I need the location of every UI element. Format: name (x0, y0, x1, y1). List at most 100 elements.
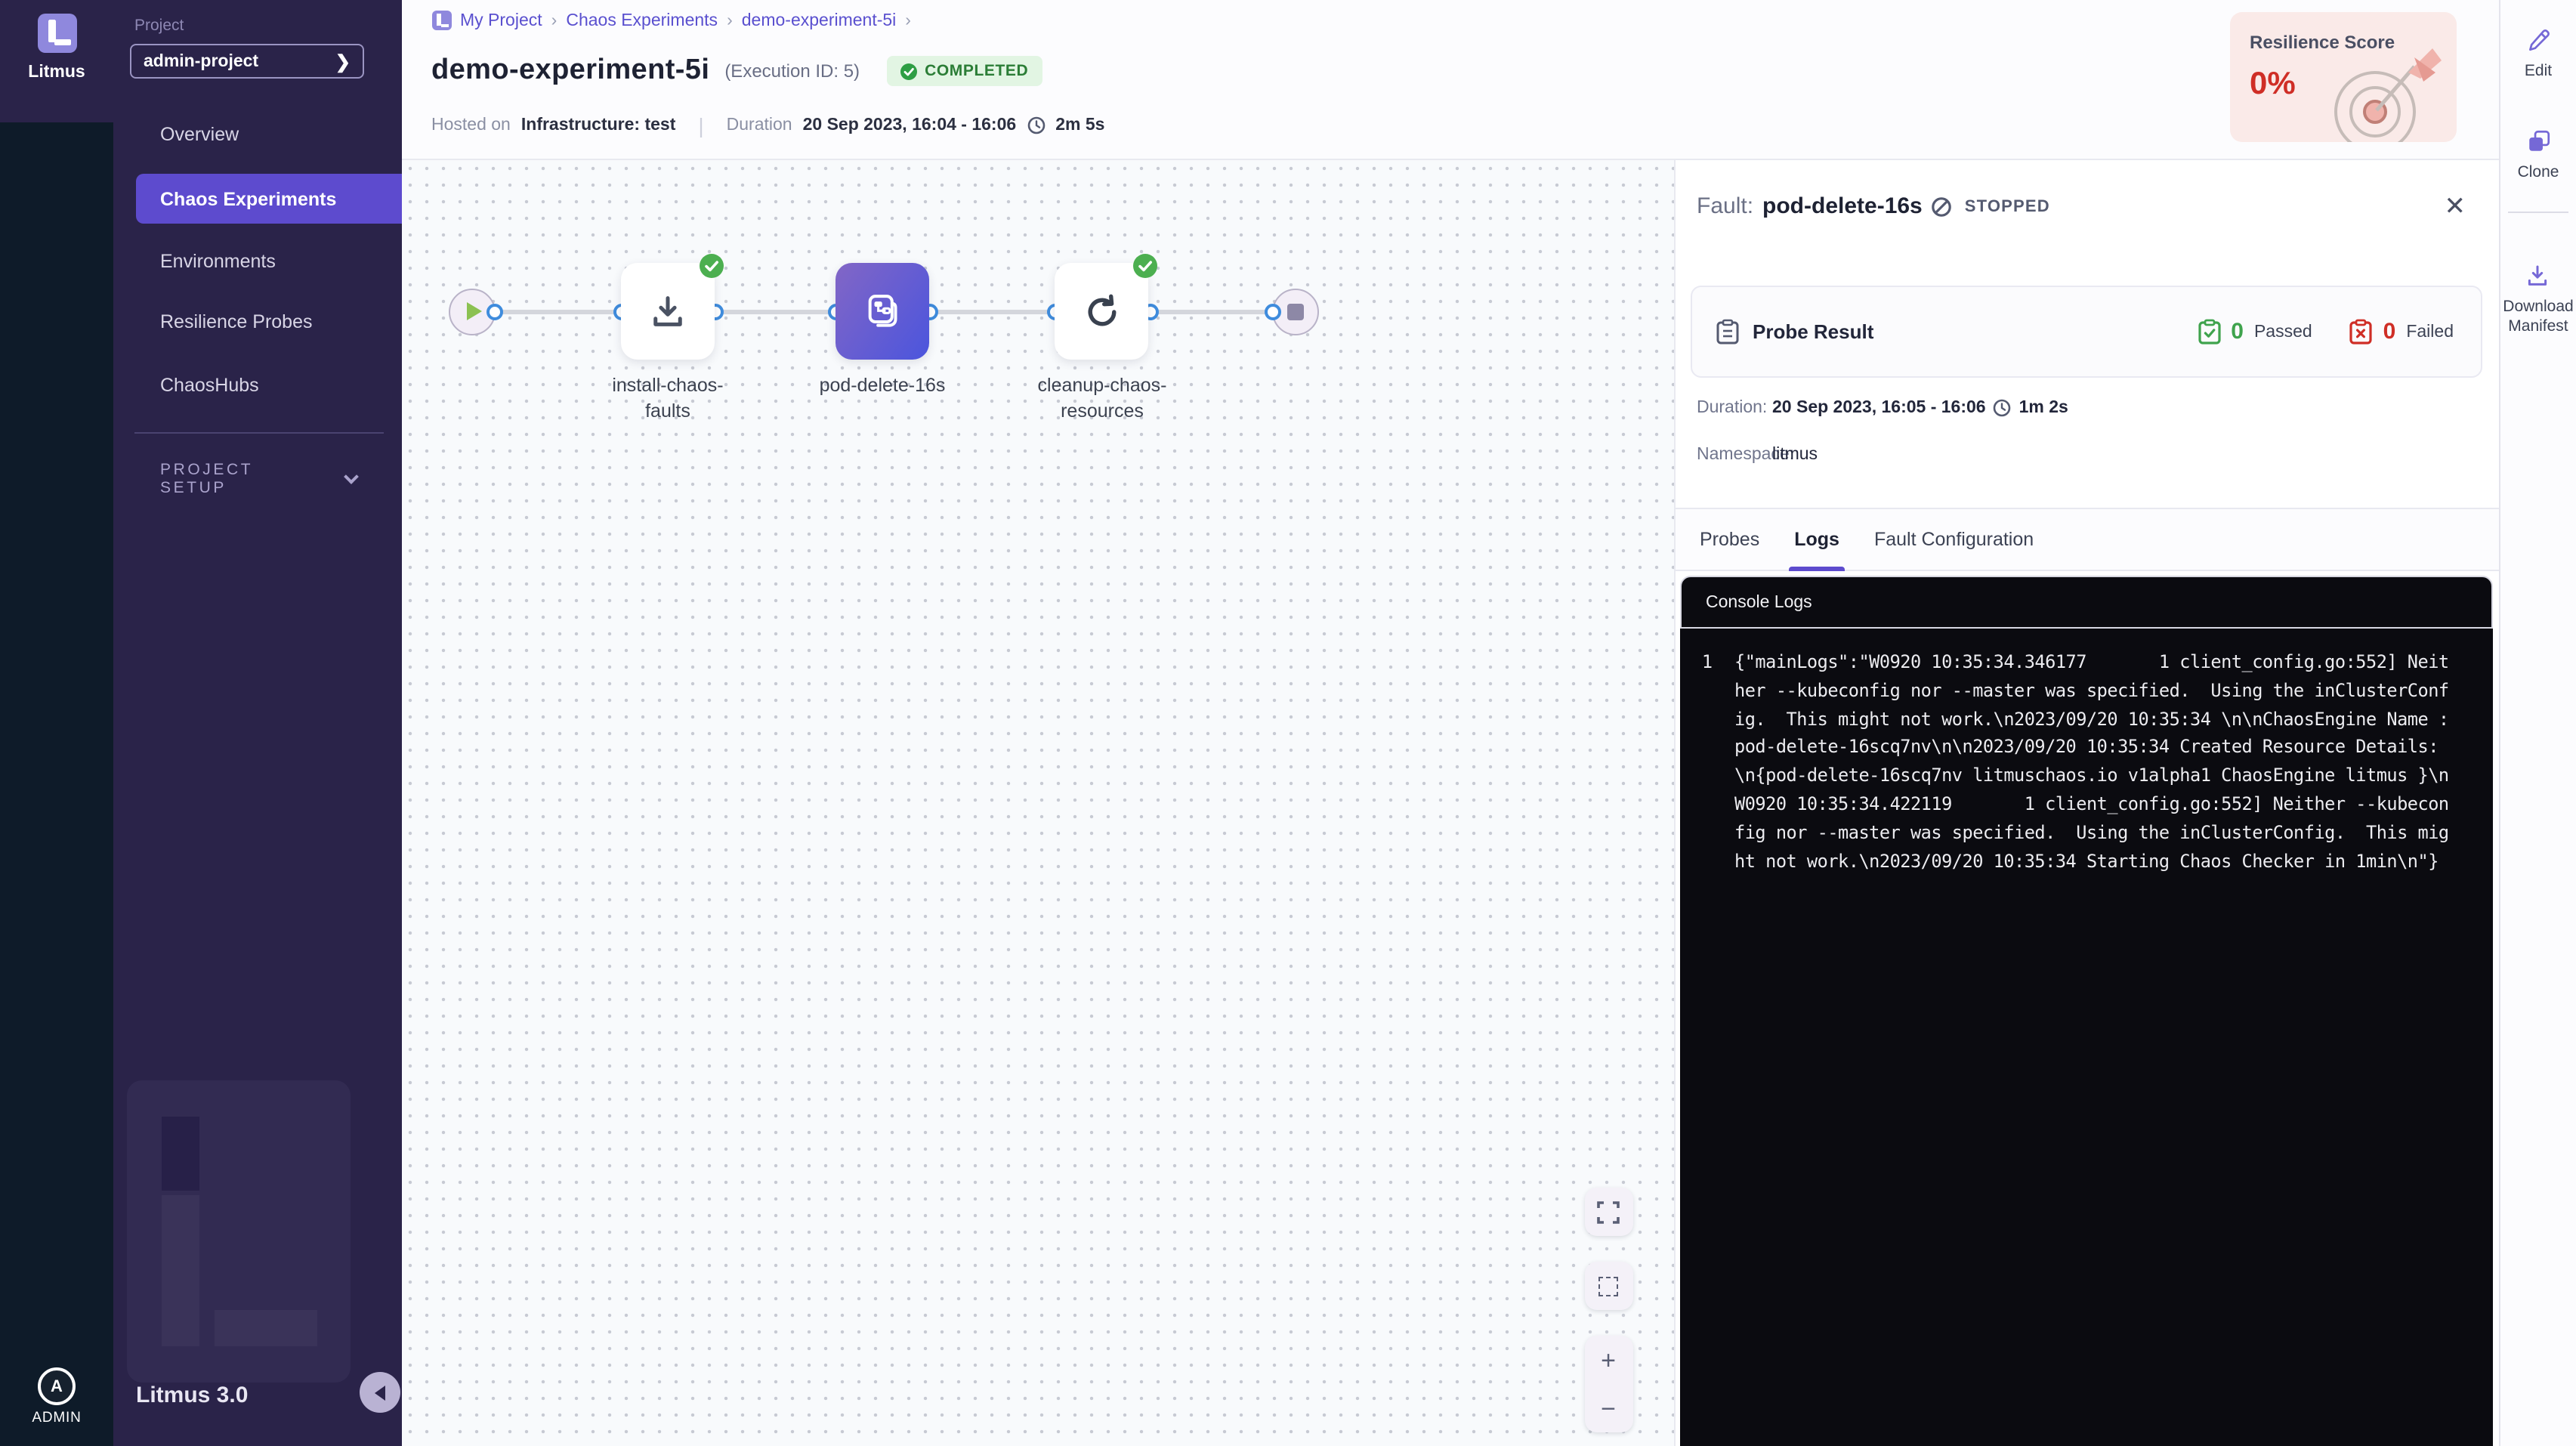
clock-icon (1027, 116, 1045, 134)
version-label: Litmus 3.0 (136, 1383, 248, 1408)
selection-mode-button[interactable] (1584, 1262, 1632, 1310)
fault-duration-value: 20 Sep 2023, 16:05 - 16:06 (1772, 399, 1986, 417)
sidebar-item-resilience-probes[interactable]: Resilience Probes (113, 304, 401, 340)
litmus-watermark (127, 1080, 351, 1383)
fault-label: Fault: (1697, 193, 1753, 219)
project-label: Project (134, 17, 184, 35)
target-illustration (2315, 39, 2454, 142)
node-label: install-chaos-faults (585, 373, 751, 425)
stopped-icon (1932, 196, 1953, 217)
meta-divider: | (698, 113, 703, 137)
download-manifest-button[interactable]: DownloadManifest (2503, 263, 2573, 337)
success-check-icon (700, 254, 724, 278)
log-text: {"mainLogs":"W0920 10:35:34.346177 1 cli… (1734, 648, 2449, 1446)
tab-logs[interactable]: Logs (1788, 509, 1846, 570)
litmus-logo-icon[interactable] (37, 14, 76, 53)
project-name: admin-project (144, 52, 258, 70)
user-block: A ADMIN (0, 1367, 113, 1446)
breadcrumb-separator: › (551, 11, 558, 29)
passed-count: 0 (2231, 319, 2244, 345)
node-cleanup-chaos-resources[interactable] (1055, 263, 1148, 360)
sidebar-item-chaoshubs[interactable]: ChaosHubs (113, 367, 401, 403)
node-label: pod-delete-16s (799, 373, 965, 399)
breadcrumb-separator: › (905, 11, 911, 29)
avatar[interactable]: A (38, 1367, 76, 1405)
resilience-score-card: Resilience Score 0% (2230, 12, 2457, 142)
status-badge: COMPLETED (887, 56, 1042, 86)
edit-pencil-icon (2525, 27, 2551, 53)
breadcrumb-chaos-experiments[interactable]: Chaos Experiments (566, 11, 718, 29)
chevron-down-icon (344, 469, 359, 484)
admin-label: ADMIN (32, 1410, 81, 1426)
brand-block: Litmus (0, 0, 113, 122)
console-logs-panel: Console Logs 1 {"mainLogs":"W0920 10:35:… (1680, 576, 2493, 1446)
download-icon (2525, 263, 2551, 289)
failed-label: Failed (2406, 323, 2454, 341)
failed-count: 0 (2383, 319, 2396, 345)
fault-tabs: Probes Logs Fault Configuration (1676, 508, 2500, 571)
tab-fault-configuration[interactable]: Fault Configuration (1868, 509, 2040, 570)
node-label: cleanup-chaos-resources (1019, 373, 1185, 425)
left-icon-rail: Litmus A ADMIN (0, 0, 113, 1446)
chaos-fault-icon (861, 290, 903, 332)
experiment-meta: Hosted on Infrastructure: test | Duratio… (431, 113, 1104, 137)
connector-dot (1264, 303, 1280, 320)
brand-name: Litmus (28, 63, 85, 82)
node-install-chaos-faults[interactable] (621, 263, 715, 360)
download-icon (648, 292, 687, 331)
success-check-icon (1133, 254, 1157, 278)
log-line-number: 1 (1680, 648, 1734, 1446)
sidebar-item-environments[interactable]: Environments (113, 243, 401, 280)
edit-button[interactable]: Edit (2525, 27, 2552, 82)
breadcrumb: My Project › Chaos Experiments › demo-ex… (431, 11, 911, 30)
chevron-right-icon: ❯ (335, 51, 351, 72)
project-setup-toggle[interactable]: PROJECT SETUP (160, 461, 357, 497)
duration-elapsed: 2m 5s (1055, 116, 1104, 134)
infrastructure-value: Infrastructure: test (521, 116, 676, 134)
probe-result-card: Probe Result 0 Passed 0 Failed (1691, 286, 2482, 378)
stop-icon (1286, 303, 1303, 320)
console-log-viewer[interactable]: 1 {"mainLogs":"W0920 10:35:34.346177 1 c… (1680, 629, 2493, 1446)
clock-icon (1994, 399, 2012, 417)
fault-namespace-value: litmus (1772, 446, 1818, 464)
fault-detail-panel: Fault: pod-delete-16s STOPPED ✕ Probe Re… (1674, 160, 2499, 1446)
zoom-out-button[interactable]: − (1601, 1395, 1616, 1421)
sidebar: Project admin-project ❯ Overview Chaos E… (113, 0, 401, 1446)
fault-status: STOPPED (1965, 197, 2050, 215)
passed-clipboard-icon (2198, 319, 2220, 345)
sidebar-collapse-handle[interactable] (360, 1372, 400, 1413)
clipboard-icon (1716, 319, 1739, 345)
chevron-left-icon (375, 1385, 385, 1400)
close-icon[interactable]: ✕ (2445, 193, 2466, 219)
app-root: Litmus A ADMIN Project admin-project ❯ O… (0, 0, 2576, 1446)
fit-to-screen-button[interactable] (1584, 1188, 1632, 1236)
status-badge-label: COMPLETED (925, 62, 1028, 80)
fullscreen-icon (1597, 1200, 1620, 1223)
connector-dot (486, 303, 502, 320)
execution-id: (Execution ID: 5) (724, 60, 860, 82)
action-rail-divider (2508, 212, 2568, 213)
tab-probes[interactable]: Probes (1694, 509, 1765, 570)
marquee-icon (1598, 1276, 1618, 1296)
passed-label: Passed (2254, 323, 2312, 341)
clone-button[interactable]: Clone (2518, 128, 2559, 183)
breadcrumb-my-project[interactable]: My Project (460, 11, 542, 29)
page-header: My Project › Chaos Experiments › demo-ex… (401, 0, 2499, 160)
sidebar-item-overview[interactable]: Overview (113, 116, 401, 153)
project-selector[interactable]: admin-project ❯ (130, 44, 364, 79)
fault-namespace-row: Namespace: litmus (1697, 446, 1818, 464)
node-pod-delete-16s[interactable] (836, 263, 929, 360)
resilience-score-value: 0% (2250, 66, 2296, 103)
probe-result-label: Probe Result (1753, 320, 1873, 343)
console-logs-title: Console Logs (1680, 576, 2493, 629)
failed-clipboard-icon (2350, 319, 2373, 345)
breadcrumb-experiment[interactable]: demo-experiment-5i (742, 11, 897, 29)
sidebar-item-chaos-experiments[interactable]: Chaos Experiments (136, 174, 401, 224)
experiment-graph-canvas[interactable]: install-chaos-faults pod-delete-16s cl (401, 160, 1674, 1446)
duration-value: 20 Sep 2023, 16:04 - 16:06 (803, 116, 1017, 134)
fault-duration-elapsed: 1m 2s (2019, 399, 2068, 417)
action-rail: Edit Clone DownloadManifest (2499, 0, 2576, 1446)
sidebar-divider (134, 432, 383, 434)
zoom-in-button[interactable]: + (1601, 1347, 1616, 1373)
fault-duration-row: Duration: 20 Sep 2023, 16:05 - 16:06 1m … (1697, 399, 2068, 417)
